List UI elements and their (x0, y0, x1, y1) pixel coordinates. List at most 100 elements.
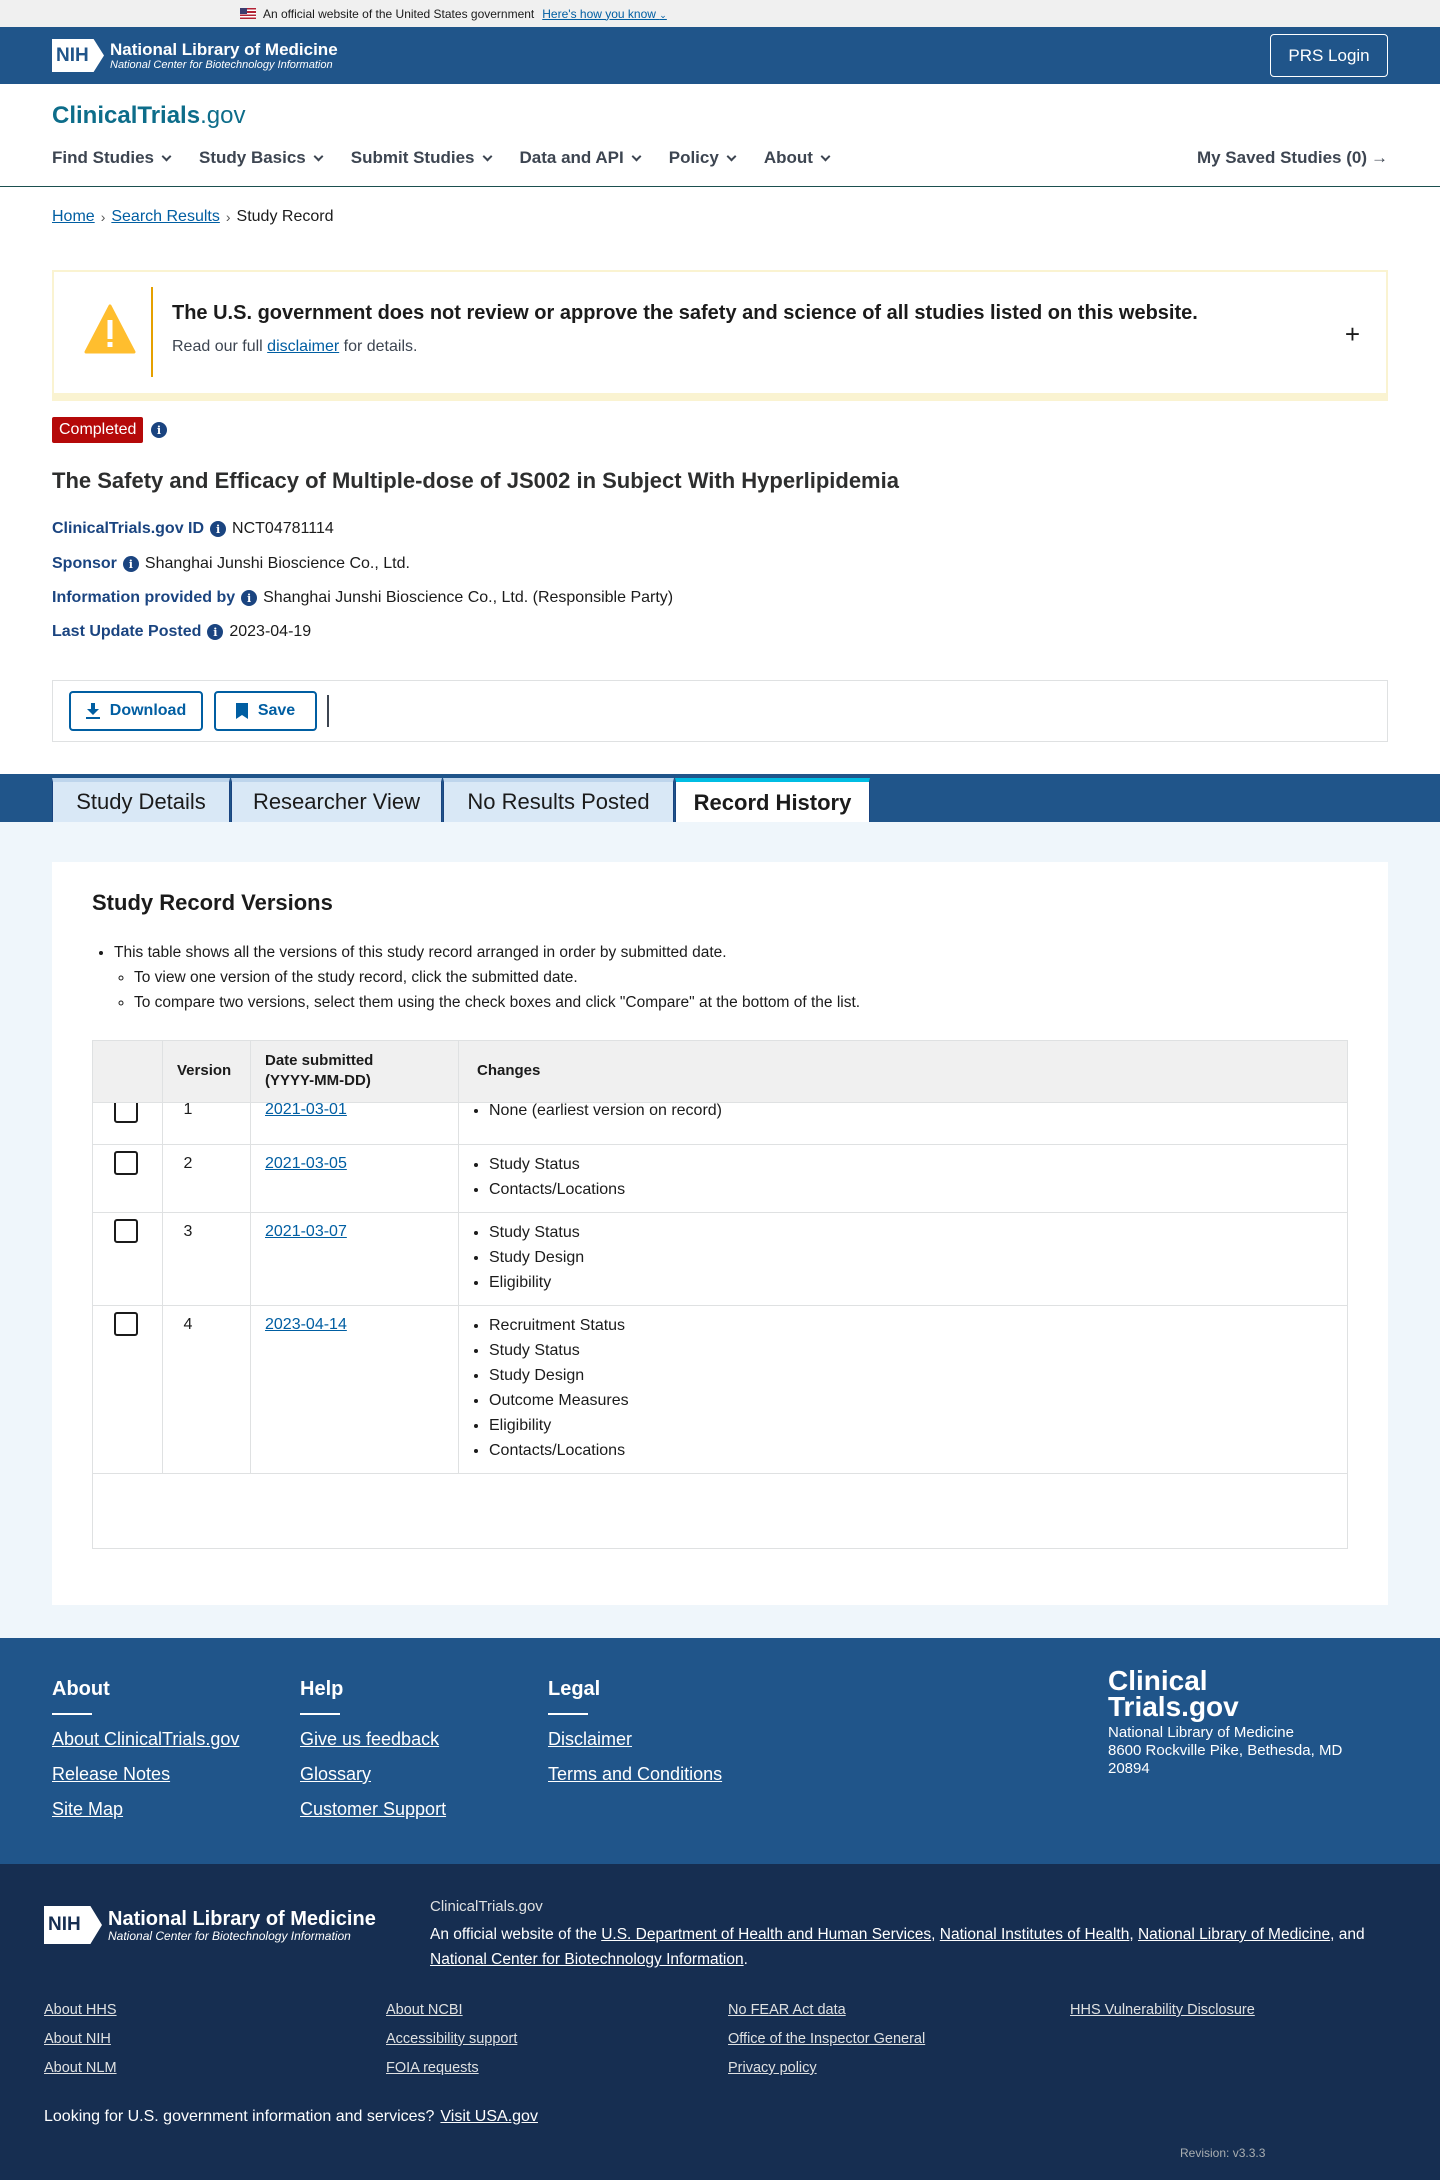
nct-id-value: NCT04781114 (232, 520, 334, 537)
footer-link[interactable]: Privacy policy (728, 2060, 925, 2076)
download-icon (85, 703, 100, 719)
info-icon[interactable]: i (151, 422, 167, 438)
nih-logo-icon: NIH (44, 1906, 102, 1944)
footer-link[interactable]: HHS Vulnerability Disclosure (1070, 2002, 1255, 2018)
info-icon[interactable]: i (207, 624, 224, 640)
hhs-link[interactable]: U.S. Department of Health and Human Serv… (601, 1926, 931, 1943)
sponsor-row: Sponsor i Shanghai Junshi Bioscience Co.… (52, 555, 410, 573)
footer-link[interactable]: About NIH (44, 2031, 117, 2047)
tab-record-history[interactable]: Record History (675, 778, 870, 824)
chevron-right-icon: › (100, 209, 106, 225)
changes-list: Recruitment Status Study Status Study De… (471, 1313, 629, 1463)
footer-link[interactable]: About ClinicalTrials.gov (52, 1729, 239, 1750)
column-divider (458, 1041, 459, 1103)
footer-link[interactable]: Give us feedback (300, 1729, 446, 1750)
nav-study-basics[interactable]: Study Basics (199, 148, 324, 168)
footer-link[interactable]: Terms and Conditions (548, 1764, 722, 1785)
col-version-header: Version (177, 1062, 232, 1079)
nih-link[interactable]: National Institutes of Health (940, 1926, 1130, 1943)
nav-submit-studies[interactable]: Submit Studies (351, 148, 492, 168)
disclaimer-link[interactable]: disclaimer (267, 338, 339, 355)
heading-underline (548, 1713, 588, 1715)
footer-nlm-logo[interactable]: NIH National Library of Medicine Nationa… (44, 1906, 376, 1944)
footer-link[interactable]: Glossary (300, 1764, 446, 1785)
heres-how-you-know-link[interactable]: Here's how you know ⌄ (542, 7, 667, 21)
footer-link[interactable]: No FEAR Act data (728, 2002, 925, 2018)
row-checkbox[interactable] (114, 1312, 138, 1336)
footer-link[interactable]: Release Notes (52, 1764, 239, 1785)
footer-link[interactable]: About NLM (44, 2060, 117, 2076)
column-divider (162, 1041, 163, 1103)
footer-help-heading: Help (300, 1678, 344, 1700)
breadcrumb: Home › Search Results › Study Record (52, 208, 333, 226)
footer-link[interactable]: About HHS (44, 2002, 117, 2018)
nlm-logo[interactable]: NIH National Library of Medicine Nationa… (52, 39, 338, 72)
nav-policy[interactable]: Policy (669, 148, 737, 168)
download-button[interactable]: Download (69, 691, 203, 731)
arrow-right-icon: → (1371, 148, 1388, 167)
footer-link[interactable]: FOIA requests (386, 2060, 517, 2076)
version-number: 1 (183, 1101, 193, 1118)
footer-site-label: ClinicalTrials.gov (430, 1898, 543, 1915)
intro-subitem: To view one version of the study record,… (134, 965, 860, 990)
chevron-down-icon (726, 151, 737, 161)
tab-researcher-view[interactable]: Researcher View (231, 778, 442, 822)
visit-usa-gov-link[interactable]: Visit USA.gov (440, 2108, 538, 2125)
footer-clinicaltrials-logo[interactable]: Clinical Trials.gov (1108, 1667, 1239, 1721)
action-bar: Download Save (52, 680, 1388, 742)
nlm-subtitle: National Center for Biotechnology Inform… (110, 59, 333, 71)
info-icon[interactable]: i (210, 521, 227, 537)
info-icon[interactable]: i (241, 590, 258, 606)
table-row: 3 2021-03-07 Study Status Study Design E… (93, 1213, 1347, 1306)
breadcrumb-home[interactable]: Home (52, 208, 95, 226)
info-icon[interactable]: i (122, 556, 139, 572)
version-date-link[interactable]: 2021-03-01 (265, 1101, 347, 1119)
version-date-link[interactable]: 2023-04-14 (265, 1316, 347, 1334)
footer-links-col3: No FEAR Act data Office of the Inspector… (728, 2002, 925, 2089)
table-header: Version Date submitted (YYYY-MM-DD) Chang… (93, 1041, 1347, 1103)
my-saved-studies-link[interactable]: My Saved Studies (0) → (1197, 148, 1388, 168)
nct-id-row: ClinicalTrials.gov ID i NCT04781114 (52, 520, 334, 538)
footer-top: About About ClinicalTrials.gov Release N… (0, 1638, 1440, 1864)
footer-link[interactable]: Accessibility support (386, 2031, 517, 2047)
nav-about[interactable]: About (764, 148, 831, 168)
chevron-down-icon (820, 151, 831, 161)
expand-plus-icon[interactable]: + (1345, 321, 1360, 347)
prs-login-button[interactable]: PRS Login (1270, 34, 1388, 77)
nav-data-and-api[interactable]: Data and API (520, 148, 642, 168)
chevron-down-icon: ⌄ (659, 9, 667, 20)
last-update-row: Last Update Posted i 2023-04-19 (52, 623, 311, 641)
nlm-link[interactable]: National Library of Medicine (1138, 1926, 1330, 1943)
column-divider (162, 1041, 163, 1474)
version-number: 4 (183, 1316, 193, 1333)
tab-study-details[interactable]: Study Details (52, 778, 230, 822)
footer-link[interactable]: Site Map (52, 1799, 239, 1820)
footer-link[interactable]: Disclaimer (548, 1729, 722, 1750)
footer-link[interactable]: About NCBI (386, 2002, 517, 2018)
column-divider (250, 1041, 251, 1474)
action-divider (327, 695, 329, 727)
nct-id-label: ClinicalTrials.gov ID (52, 520, 205, 537)
version-date-link[interactable]: 2021-03-05 (265, 1155, 347, 1173)
nav-find-studies[interactable]: Find Studies (52, 148, 172, 168)
table-row: 1 2021-03-01 None (earliest version on r… (93, 1099, 1347, 1145)
main-nav: Find Studies Study Basics Submit Studies… (52, 148, 858, 168)
study-title: The Safety and Efficacy of Multiple-dose… (52, 468, 899, 493)
ncbi-link[interactable]: National Center for Biotechnology Inform… (430, 1951, 744, 1968)
footer-link[interactable]: Customer Support (300, 1799, 446, 1820)
row-checkbox[interactable] (114, 1151, 138, 1175)
revision-label: Revision: v3.3.3 (1180, 2146, 1266, 2160)
footer-links-col4: HHS Vulnerability Disclosure (1070, 2002, 1255, 2031)
versions-table: 1 2021-03-01 None (earliest version on r… (92, 1040, 1348, 1549)
last-update-label: Last Update Posted (52, 623, 202, 640)
clinicaltrials-logo[interactable]: ClinicalTrials.gov (52, 102, 245, 130)
footer-link[interactable]: Office of the Inspector General (728, 2031, 925, 2047)
breadcrumb-search-results[interactable]: Search Results (111, 208, 220, 226)
footer-links-col2: About NCBI Accessibility support FOIA re… (386, 2002, 517, 2089)
col-changes-header: Changes (477, 1062, 541, 1079)
save-button[interactable]: Save (214, 691, 317, 731)
row-checkbox[interactable] (114, 1219, 138, 1243)
tab-no-results-posted[interactable]: No Results Posted (443, 778, 674, 822)
version-date-link[interactable]: 2021-03-07 (265, 1223, 347, 1241)
info-provided-label: Information provided by (52, 589, 236, 606)
